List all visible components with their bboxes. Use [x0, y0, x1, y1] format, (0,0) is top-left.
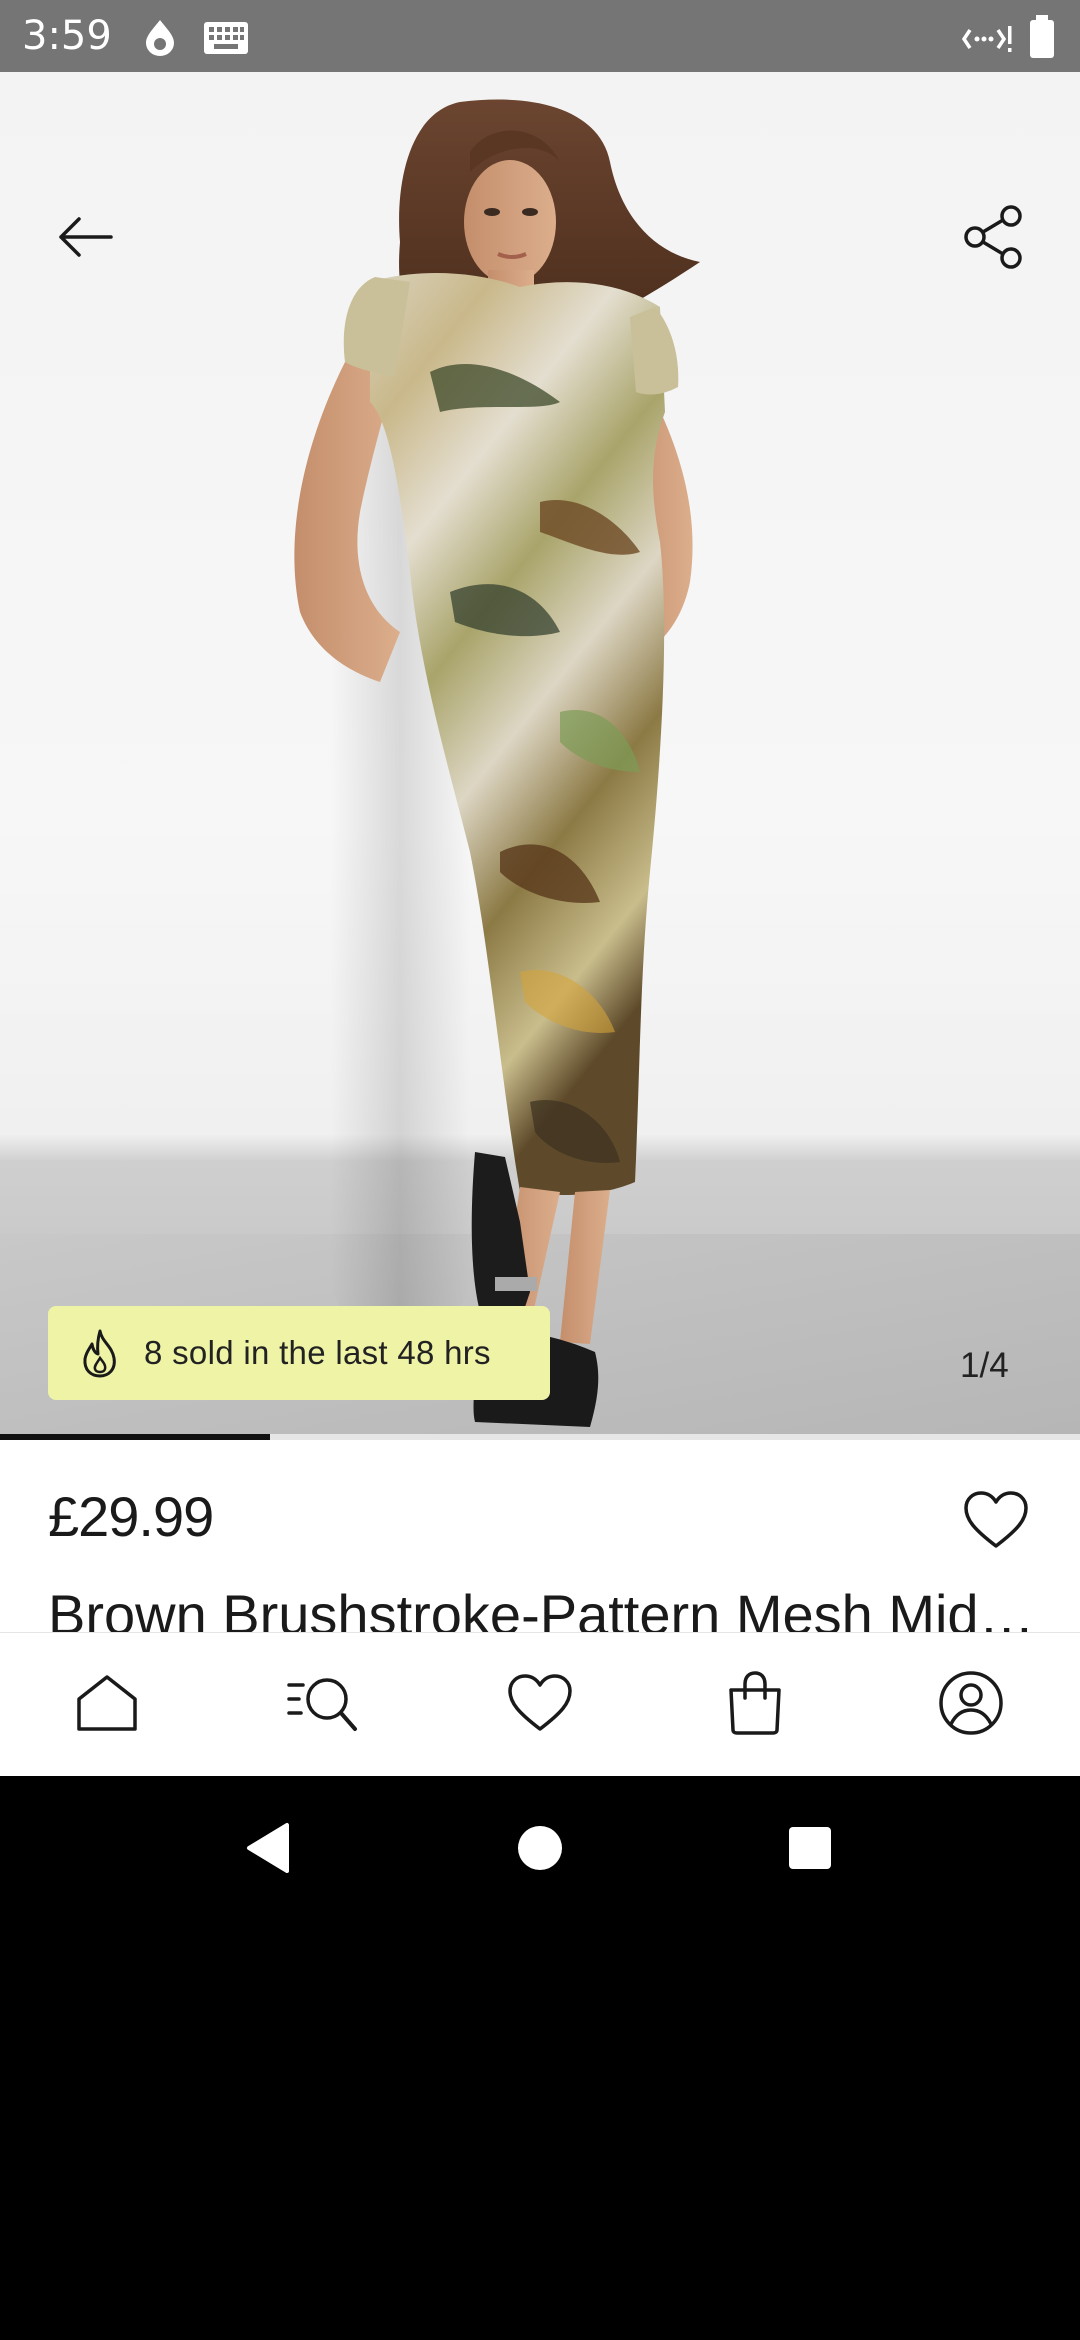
nav-account[interactable]: [916, 1653, 1026, 1753]
status-bar: 3:59: [0, 0, 1080, 72]
flame-icon: [83, 1329, 116, 1378]
system-home-button[interactable]: [494, 1802, 586, 1894]
status-time: 3:59: [22, 13, 112, 59]
share-icon: [964, 205, 1022, 269]
heart-outline-icon: [964, 1491, 1028, 1548]
sold-count-badge: 8 sold in the last 48 hrs: [48, 1306, 550, 1400]
back-button[interactable]: [40, 192, 130, 282]
heart-icon: [508, 1674, 572, 1731]
product-title: Brown Brushstroke-Pattern Mesh Midi Dres…: [48, 1583, 1038, 1632]
back-triangle-icon: [247, 1823, 289, 1873]
image-pager: 1/4: [960, 1346, 1009, 1385]
keyboard-icon: [202, 16, 250, 62]
drop-icon: [142, 18, 178, 62]
share-button[interactable]: [950, 192, 1040, 282]
shopping-bag-icon: [729, 1671, 781, 1735]
account-icon: [939, 1671, 1003, 1735]
system-recents-button[interactable]: [764, 1802, 856, 1894]
home-circle-icon: [518, 1826, 562, 1870]
battery-icon: [1028, 14, 1056, 64]
product-info: £29.99 Brown Brushstroke-Pattern Mesh Mi…: [0, 1440, 1080, 1632]
sold-count-text: 8 sold in the last 48 hrs: [144, 1334, 491, 1371]
product-image-gallery[interactable]: [0, 72, 1080, 1434]
home-icon: [77, 1675, 137, 1731]
bottom-navigation: [0, 1632, 1080, 1776]
system-back-button[interactable]: [222, 1802, 314, 1894]
arrow-left-icon: [59, 217, 113, 257]
nav-search[interactable]: [268, 1653, 378, 1753]
nav-bag[interactable]: [700, 1653, 810, 1753]
nav-wishlist[interactable]: [485, 1653, 595, 1753]
product-photo: [294, 99, 700, 1427]
data-saver-icon: [961, 22, 1014, 60]
nav-home[interactable]: [52, 1653, 162, 1753]
search-list-icon: [287, 1678, 357, 1731]
system-navigation-bar: [0, 1776, 1080, 1920]
app-screen: 3:59 8 sold in the last 48 hrs 1/4 £29.9…: [0, 0, 1080, 2340]
wishlist-button[interactable]: [956, 1484, 1036, 1556]
product-price: £29.99: [48, 1485, 214, 1548]
recents-square-icon: [789, 1827, 831, 1869]
